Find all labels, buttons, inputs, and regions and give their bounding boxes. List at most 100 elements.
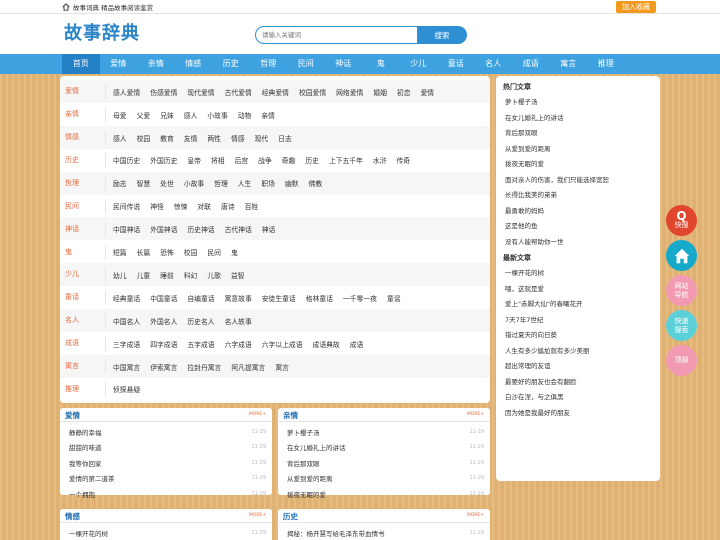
category-name[interactable]: 少儿 (60, 267, 106, 283)
new-article-link[interactable]: 超出常理的友谊 (505, 360, 551, 370)
category-link[interactable]: 历史名人 (187, 316, 214, 326)
float-button[interactable]: Q 快搜 (666, 205, 697, 236)
category-link[interactable]: 对联 (197, 201, 211, 211)
panel-article-link[interactable]: 从爱到爱的距离 (287, 473, 469, 483)
nav-item[interactable]: 首页 (62, 54, 100, 74)
hot-article-link[interactable]: 面对亲人的伤害，我们只能选择宽恕 (505, 174, 609, 184)
panel-article-link[interactable]: 静静的幸福 (69, 427, 251, 437)
category-link[interactable]: 神话 (262, 224, 276, 234)
nav-item[interactable]: 情感 (175, 54, 213, 74)
category-link[interactable]: 中国神话 (113, 224, 140, 234)
nav-item[interactable]: 少儿 (400, 54, 438, 74)
category-link[interactable]: 古代神话 (225, 224, 252, 234)
category-link[interactable]: 名人轶事 (225, 316, 252, 326)
nav-item[interactable]: 名人 (475, 54, 513, 74)
category-name[interactable]: 童话 (60, 290, 106, 306)
category-link[interactable]: 幽默 (285, 178, 299, 188)
category-link[interactable]: 战争 (258, 155, 272, 165)
nav-item[interactable]: 推理 (587, 54, 625, 74)
category-name[interactable]: 哲理 (60, 175, 106, 191)
category-link[interactable]: 长篇 (137, 247, 151, 257)
panel-article-link[interactable]: 揭秘：杨开慧写给毛泽东带血情书 (287, 528, 469, 538)
category-name[interactable]: 爱情 (60, 84, 106, 100)
panel-article-link[interactable]: 在女儿婚礼上的讲话 (287, 442, 469, 452)
category-link[interactable]: 人生 (238, 178, 252, 188)
category-link[interactable]: 百姓 (245, 201, 259, 211)
nav-item[interactable]: 神话 (325, 54, 363, 74)
new-article-link[interactable]: 白沙在涅，与之俱黑 (505, 391, 564, 401)
new-article-link[interactable]: 最要好的朋友也会有翻脸 (505, 376, 577, 386)
category-link[interactable]: 幼儿 (113, 270, 127, 280)
category-link[interactable]: 寓意故事 (225, 293, 252, 303)
category-link[interactable]: 六字成语 (225, 339, 252, 349)
panel-article-link[interactable]: 一个拥抱 (69, 489, 251, 499)
category-link[interactable]: 阿凡提寓言 (231, 362, 265, 372)
category-link[interactable]: 上下五千年 (329, 155, 363, 165)
category-link[interactable]: 一千零一夜 (343, 293, 377, 303)
category-link[interactable]: 恐怖 (160, 247, 174, 257)
panel-article-link[interactable]: 拨夜无眠的爱 (287, 489, 469, 499)
category-link[interactable]: 五字成语 (187, 339, 214, 349)
more-link[interactable]: MORE+ (467, 513, 484, 518)
nav-item[interactable]: 爱情 (100, 54, 138, 74)
category-link[interactable]: 睡前 (160, 270, 174, 280)
search-input[interactable] (255, 26, 419, 44)
category-link[interactable]: 处世 (160, 178, 174, 188)
category-name[interactable]: 鬼 (60, 244, 106, 260)
category-link[interactable]: 情感 (231, 133, 245, 143)
nav-item[interactable]: 成语 (512, 54, 550, 74)
new-article-link[interactable]: 人生有多少尴尬就有多少美丽 (505, 345, 590, 355)
more-link[interactable]: MORE+ (249, 513, 266, 518)
category-link[interactable]: 自编童话 (187, 293, 214, 303)
new-article-link[interactable]: 7天7年7世纪 (505, 314, 543, 324)
new-article-link[interactable]: 一棵开花的树 (505, 267, 544, 277)
category-link[interactable]: 四字成语 (150, 339, 177, 349)
category-link[interactable]: 神怪 (150, 201, 164, 211)
hot-article-link[interactable]: 背后那双眼 (505, 127, 538, 137)
category-link[interactable]: 佛教 (309, 178, 323, 188)
hot-article-link[interactable]: 从爱到爱的距离 (505, 143, 551, 153)
category-link[interactable]: 成语典故 (313, 339, 340, 349)
more-link[interactable]: MORE+ (249, 412, 266, 417)
panel-article-link[interactable]: 我等你回家 (69, 458, 251, 468)
category-link[interactable]: 校园爱情 (299, 87, 326, 97)
category-link[interactable]: 奇趣 (282, 155, 296, 165)
site-logo[interactable]: 故事辞典 (64, 19, 140, 45)
category-link[interactable]: 现代 (255, 133, 269, 143)
more-link[interactable]: MORE+ (467, 412, 484, 417)
category-link[interactable]: 伊索寓言 (150, 362, 177, 372)
category-link[interactable]: 中国历史 (113, 155, 140, 165)
category-name[interactable]: 推理 (60, 381, 106, 397)
category-link[interactable]: 历史 (305, 155, 319, 165)
new-article-link[interactable]: 因为她是我最好的朋友 (505, 407, 570, 417)
category-link[interactable]: 兄妹 (160, 110, 174, 120)
hot-article-link[interactable]: 没有人能帮助你一世 (505, 236, 564, 246)
category-link[interactable]: 儿歌 (207, 270, 221, 280)
nav-item[interactable]: 童话 (437, 54, 475, 74)
category-link[interactable]: 唐诗 (221, 201, 235, 211)
nav-item[interactable]: 寓言 (550, 54, 588, 74)
category-link[interactable]: 历史神话 (187, 224, 214, 234)
category-link[interactable]: 民间 (207, 247, 221, 257)
category-link[interactable]: 外国神话 (150, 224, 177, 234)
panel-article-link[interactable]: 萝卜樱子汤 (287, 427, 469, 437)
category-link[interactable]: 将相 (211, 155, 225, 165)
category-link[interactable]: 校园 (137, 133, 151, 143)
float-button[interactable] (666, 240, 697, 271)
category-link[interactable]: 传奇 (397, 155, 411, 165)
add-favorite-button[interactable]: 加入收藏 (616, 1, 656, 13)
category-link[interactable]: 智慧 (137, 178, 151, 188)
category-name[interactable]: 亲情 (60, 107, 106, 123)
category-name[interactable]: 名人 (60, 313, 106, 329)
category-name[interactable]: 成语 (60, 336, 106, 352)
panel-title[interactable]: 爱情 (65, 410, 80, 421)
panel-article-link[interactable]: 爱情的第二道茶 (69, 473, 251, 483)
hot-article-link[interactable]: 拨夜无眠的爱 (505, 158, 544, 168)
category-link[interactable]: 中国名人 (113, 316, 140, 326)
category-link[interactable]: 感人 (184, 110, 198, 120)
category-link[interactable]: 中国童话 (150, 293, 177, 303)
category-link[interactable]: 鬼 (231, 247, 238, 257)
category-link[interactable]: 网络爱情 (336, 87, 363, 97)
category-link[interactable]: 寓言 (275, 362, 289, 372)
panel-article-link[interactable]: 背后那双眼 (287, 458, 469, 468)
